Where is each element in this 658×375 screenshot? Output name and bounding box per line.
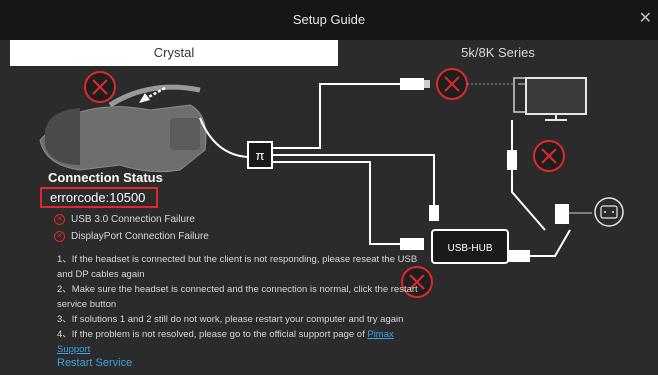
setup-guide-dialog: Setup Guide ✕ Crystal 5k/8K Series π USB… xyxy=(0,0,658,375)
instruction-line: service button xyxy=(57,299,117,310)
tab-5k-8k-series[interactable]: 5k/8K Series xyxy=(338,40,658,66)
instruction-line: 3、If solutions 1 and 2 still do not work… xyxy=(57,314,404,325)
error-code-box: errorcode:10500 xyxy=(40,187,158,208)
connection-status-heading: Connection Status xyxy=(48,170,163,185)
error-x-icon xyxy=(84,71,116,103)
splitter-label: π xyxy=(256,148,265,163)
error-code: errorcode:10500 xyxy=(50,190,146,205)
instruction-line: Support xyxy=(57,342,437,357)
instruction-line: 2、Make sure the headset is connected and… xyxy=(57,284,418,295)
power-adapter-icon xyxy=(508,204,592,262)
failure-item: ✕ DisplayPort Connection Failure xyxy=(54,229,209,243)
close-icon[interactable]: ✕ xyxy=(639,10,652,28)
instruction-line: and DP cables again xyxy=(57,269,145,280)
usb-hub-label: USB-HUB xyxy=(447,243,492,254)
failure-label: USB 3.0 Connection Failure xyxy=(71,213,195,225)
window-title: Setup Guide xyxy=(292,12,366,27)
instruction-text: 4、If the problem is not resolved, please… xyxy=(57,329,368,340)
monitor-icon xyxy=(525,77,587,121)
error-icon: ✕ xyxy=(54,213,65,225)
pimax-support-link[interactable]: Support xyxy=(57,344,90,355)
headset-illustration xyxy=(39,84,207,173)
failure-item: ✕ USB 3.0 Connection Failure xyxy=(54,212,195,226)
splitter-box: π xyxy=(247,141,273,169)
pimax-support-link[interactable]: Pimax xyxy=(367,329,393,340)
title-bar: Setup Guide ✕ xyxy=(0,0,658,40)
instruction-line: 1、If the headset is connected but the cl… xyxy=(57,254,418,265)
instruction-line: 4、If the problem is not resolved, please… xyxy=(57,327,437,342)
failure-label: DisplayPort Connection Failure xyxy=(71,230,209,242)
instructions: 1、If the headset is connected but the cl… xyxy=(57,252,437,357)
power-outlet-icon xyxy=(594,197,624,227)
usb-hub: USB-HUB xyxy=(431,229,509,264)
error-x-icon xyxy=(436,68,468,100)
error-icon: ✕ xyxy=(54,230,65,242)
restart-service-button[interactable]: Restart Service xyxy=(57,357,132,369)
error-x-icon xyxy=(533,140,565,172)
tab-bar: Crystal 5k/8K Series xyxy=(10,40,658,66)
tab-crystal[interactable]: Crystal xyxy=(10,40,338,66)
